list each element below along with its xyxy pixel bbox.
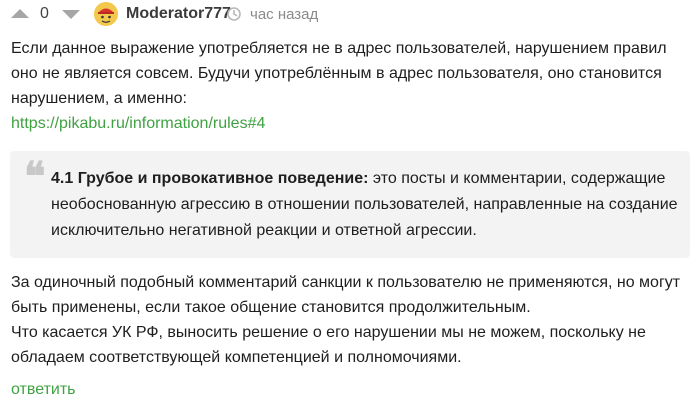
rules-quote: ❝ 4.1 Грубое и провокативное поведение: … [10, 151, 690, 258]
clock-icon [227, 7, 241, 21]
avatar[interactable] [94, 2, 118, 26]
paragraph: Если данное выражение употребляется не в… [11, 40, 667, 107]
quote-text: 4.1 Грубое и провокативное поведение: эт… [51, 166, 681, 244]
quote-heading: 4.1 Грубое и провокативное поведение: [51, 170, 369, 187]
quote-mark-icon: ❝ [24, 153, 46, 200]
vote-down-icon[interactable] [62, 10, 80, 19]
username[interactable]: Moderator777 [126, 5, 231, 23]
reply-button[interactable]: ответить [11, 381, 76, 399]
rules-link[interactable]: https://pikabu.ru/information/rules#4 [11, 115, 265, 132]
comment: 0 Moderator777 час назад Если данное выр… [0, 0, 700, 404]
comment-header: 0 Moderator777 час назад [0, 0, 700, 30]
paragraph: Что касается УК РФ, выносить решение о е… [11, 324, 646, 366]
vote-up-icon[interactable] [11, 9, 29, 18]
vote-count: 0 [40, 5, 49, 22]
comment-body: Если данное выражение употребляется не в… [11, 36, 691, 136]
comment-time: час назад [250, 6, 319, 23]
paragraph: За одиночный подобный комментарий санкци… [11, 274, 681, 316]
comment-body-continued: За одиночный подобный комментарий санкци… [11, 270, 691, 370]
